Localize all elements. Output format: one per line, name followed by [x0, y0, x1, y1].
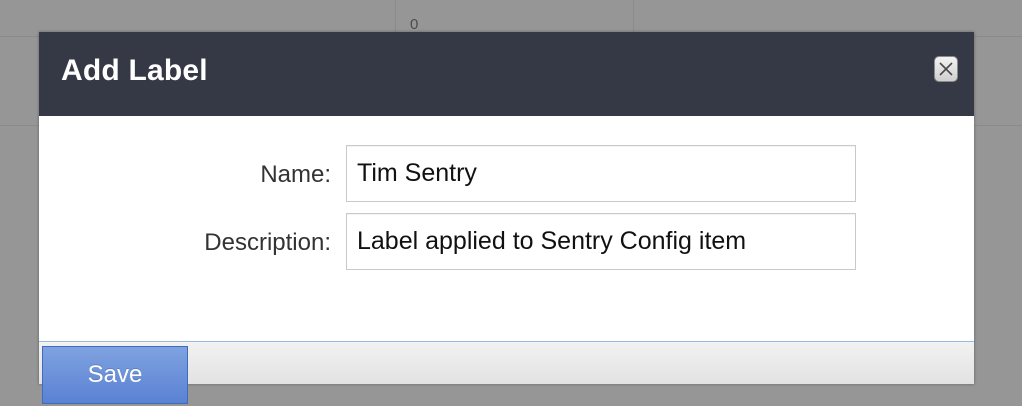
- add-label-dialog: Add Label Name: Description: Save: [39, 32, 974, 404]
- close-button[interactable]: [934, 56, 958, 82]
- dialog-title: Add Label: [61, 54, 208, 87]
- name-field[interactable]: [346, 145, 856, 202]
- dialog-footer: Save: [39, 342, 974, 404]
- dialog-body: Name: Description:: [39, 116, 974, 342]
- save-button[interactable]: Save: [42, 346, 188, 404]
- close-icon: [939, 62, 953, 76]
- dialog-header: Add Label: [39, 32, 974, 116]
- name-label: Name:: [260, 161, 331, 188]
- description-field[interactable]: [346, 213, 856, 270]
- description-label: Description:: [204, 229, 331, 256]
